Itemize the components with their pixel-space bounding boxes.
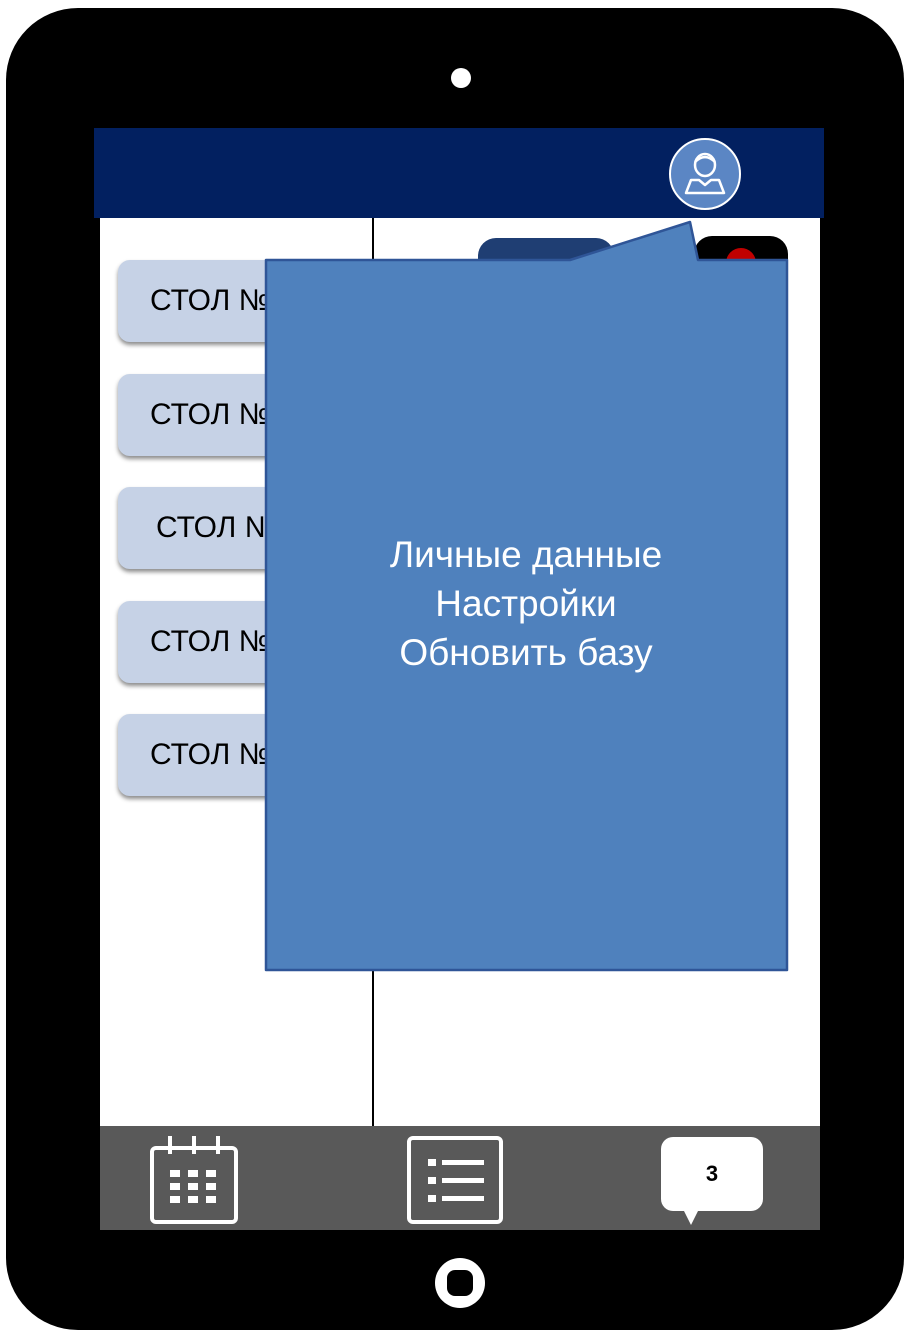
chat-icon (682, 1207, 700, 1225)
menu-item-settings[interactable]: Настройки (266, 579, 786, 628)
menu-item-update-database[interactable]: Обновить базу (266, 628, 786, 677)
messages-button[interactable]: 3 (661, 1137, 763, 1211)
calendar-icon[interactable] (148, 1132, 240, 1226)
menu-item-personal-data[interactable]: Личные данные (266, 530, 786, 579)
list-icon[interactable] (406, 1135, 504, 1225)
profile-menu: Личные данные Настройки Обновить базу (266, 530, 786, 677)
messages-count-badge: 3 (705, 1161, 719, 1186)
